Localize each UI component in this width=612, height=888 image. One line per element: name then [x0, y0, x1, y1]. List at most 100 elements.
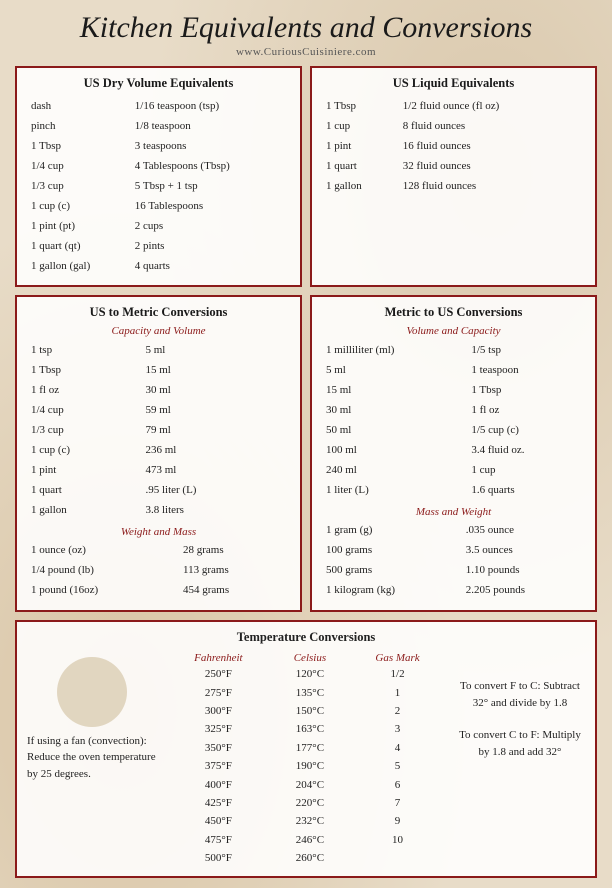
table-cell: 1 Tbsp: [324, 98, 395, 116]
table-cell: 5: [348, 758, 447, 776]
table-cell: 3.4 fluid oz.: [465, 442, 583, 460]
table-cell: 275°F: [165, 684, 272, 702]
dry-volume-table: dash1/16 teaspoon (tsp)pinch1/8 teaspoon…: [27, 96, 290, 277]
main-grid: US Dry Volume Equivalents dash1/16 teasp…: [15, 66, 597, 612]
metric-to-us-cap-subtitle: Volume and Capacity: [322, 325, 585, 337]
table-cell: 2: [348, 702, 447, 720]
table-row: 275°F135°C1: [165, 684, 447, 702]
table-cell: 1 pint (pt): [29, 218, 127, 236]
table-cell: 1 pint: [29, 462, 137, 480]
dry-volume-title: US Dry Volume Equivalents: [27, 76, 290, 91]
table-row: 1 liter (L)1.6 quarts: [324, 482, 583, 500]
table-cell: 1/3 cup: [29, 422, 137, 440]
table-cell: 16 Tablespoons: [129, 198, 288, 216]
table-cell: 1/5 tsp: [465, 342, 583, 360]
table-row: 500°F260°C: [165, 850, 447, 868]
table-row: 1 Tbsp15 ml: [29, 362, 288, 380]
fan-note-section: If using a fan (convection): Reduce the …: [27, 630, 157, 810]
table-row: 250°F120°C1/2: [165, 666, 447, 684]
table-cell: 246°C: [272, 831, 348, 849]
table-cell: 1 quart: [29, 482, 137, 500]
table-cell: .95 liter (L): [139, 482, 288, 500]
table-row: 240 ml1 cup: [324, 462, 583, 480]
table-cell: 1 cup (c): [29, 198, 127, 216]
table-cell: 1 teaspoon: [465, 362, 583, 380]
table-cell: 1 gallon: [29, 502, 137, 520]
table-cell: 4: [348, 739, 447, 757]
table-cell: 1/3 cup: [29, 178, 127, 196]
table-cell: 454 grams: [177, 582, 288, 600]
table-cell: 1/2 fluid ounce (fl oz): [397, 98, 583, 116]
table-cell: 1 gallon (gal): [29, 258, 127, 276]
table-cell: 1/2: [348, 666, 447, 684]
table-cell: 473 ml: [139, 462, 288, 480]
table-row: 1/3 cup79 ml: [29, 422, 288, 440]
us-to-metric-wt-table: 1 ounce (oz)28 grams 1/4 pound (lb)113 gr…: [27, 540, 290, 602]
table-cell: 32 fluid ounces: [397, 158, 583, 176]
table-cell: 5 ml: [324, 362, 463, 380]
table-cell: 120°C: [272, 666, 348, 684]
table-cell: 4 quarts: [129, 258, 288, 276]
table-cell: [348, 850, 447, 868]
table-cell: 28 grams: [177, 542, 288, 560]
table-cell: 177°C: [272, 739, 348, 757]
us-to-metric-card: US to Metric Conversions Capacity and Vo…: [15, 295, 302, 611]
table-row: 1 Tbsp3 teaspoons: [29, 138, 288, 156]
table-cell: .035 ounce: [460, 522, 583, 540]
conversion-formulas: To convert F to C: Subtract 32° and divi…: [455, 630, 585, 810]
table-row: 1/4 pound (lb)113 grams: [29, 562, 288, 580]
table-cell: 59 ml: [139, 402, 288, 420]
table-row: 50 ml1/5 cup (c): [324, 422, 583, 440]
table-row: 1 cup (c)236 ml: [29, 442, 288, 460]
table-cell: pinch: [29, 118, 127, 136]
table-row: 1 milliliter (ml)1/5 tsp: [324, 342, 583, 360]
table-row: 1 kilogram (kg)2.205 pounds: [324, 582, 583, 600]
table-cell: 2.205 pounds: [460, 582, 583, 600]
table-cell: 1 cup: [324, 118, 395, 136]
temp-col-fahrenheit: Fahrenheit: [165, 650, 272, 666]
table-row: 350°F177°C4: [165, 739, 447, 757]
table-row: 425°F220°C7: [165, 794, 447, 812]
table-row: 1 pound (16oz)454 grams: [29, 582, 288, 600]
us-to-metric-title: US to Metric Conversions: [27, 305, 290, 320]
table-row: 1/3 cup5 Tbsp + 1 tsp: [29, 178, 288, 196]
table-row: 1/4 cup59 ml: [29, 402, 288, 420]
table-cell: 15 ml: [139, 362, 288, 380]
table-cell: 1 pound (16oz): [29, 582, 175, 600]
table-cell: 475°F: [165, 831, 272, 849]
liquid-equiv-table: 1 Tbsp1/2 fluid ounce (fl oz)1 cup8 flui…: [322, 96, 585, 198]
table-cell: 375°F: [165, 758, 272, 776]
table-cell: 3.8 liters: [139, 502, 288, 520]
table-row: 1 ounce (oz)28 grams: [29, 542, 288, 560]
table-cell: 15 ml: [324, 382, 463, 400]
table-cell: 2 pints: [129, 238, 288, 256]
table-cell: 3.5 ounces: [460, 542, 583, 560]
table-cell: 30 ml: [139, 382, 288, 400]
table-cell: 190°C: [272, 758, 348, 776]
table-row: 1 Tbsp1/2 fluid ounce (fl oz): [324, 98, 583, 116]
table-cell: 450°F: [165, 813, 272, 831]
page-subtitle: www.CuriousCuisiniere.com: [15, 46, 597, 58]
table-cell: 3: [348, 721, 447, 739]
table-row: 1 gallon3.8 liters: [29, 502, 288, 520]
table-row: 1 gallon (gal)4 quarts: [29, 258, 288, 276]
dry-volume-card: US Dry Volume Equivalents dash1/16 teasp…: [15, 66, 302, 287]
liquid-equiv-title: US Liquid Equivalents: [322, 76, 585, 91]
table-cell: 79 ml: [139, 422, 288, 440]
fan-note-text: If using a fan (convection): Reduce the …: [27, 733, 157, 783]
table-cell: 232°C: [272, 813, 348, 831]
table-cell: 1/5 cup (c): [465, 422, 583, 440]
table-cell: 325°F: [165, 721, 272, 739]
table-cell: 128 fluid ounces: [397, 178, 583, 196]
table-cell: 5 ml: [139, 342, 288, 360]
table-cell: 220°C: [272, 794, 348, 812]
table-cell: 300°F: [165, 702, 272, 720]
table-cell: 1 quart (qt): [29, 238, 127, 256]
table-cell: 135°C: [272, 684, 348, 702]
temp-col-celsius: Celsius: [272, 650, 348, 666]
table-cell: 4 Tablespoons (Tbsp): [129, 158, 288, 176]
us-to-metric-cap-subtitle: Capacity and Volume: [27, 325, 290, 337]
us-to-metric-cap-table: 1 tsp5 ml1 Tbsp15 ml1 fl oz30 ml1/4 cup5…: [27, 340, 290, 521]
page-header: Kitchen Equivalents and Conversions www.…: [15, 10, 597, 58]
table-cell: 350°F: [165, 739, 272, 757]
